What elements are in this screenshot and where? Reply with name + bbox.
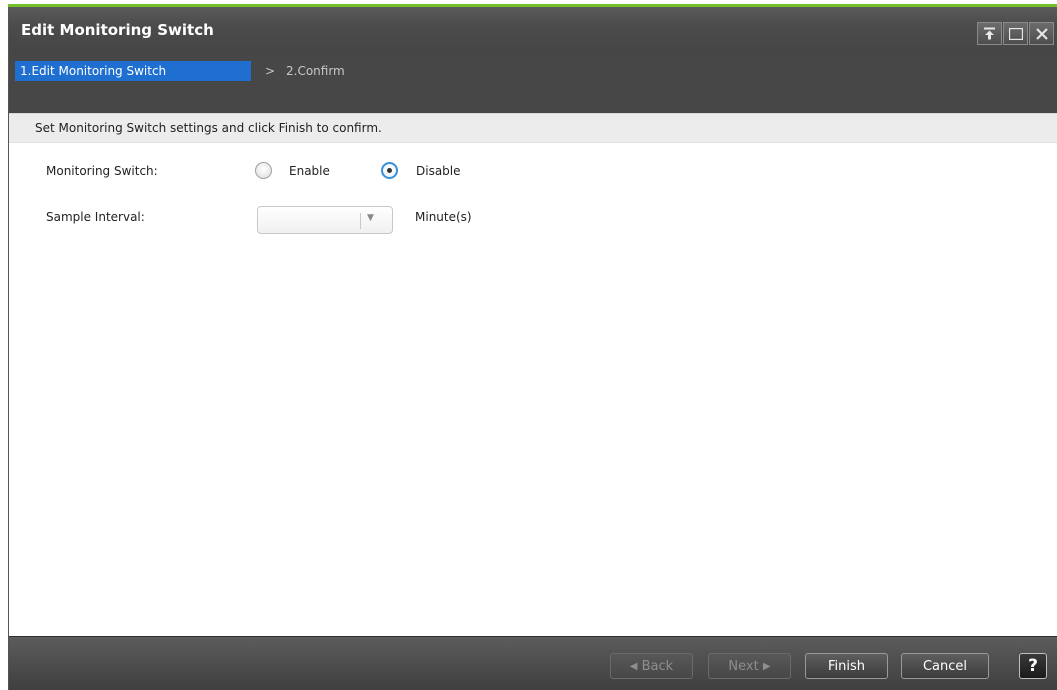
close-icon[interactable] <box>1029 22 1054 45</box>
cancel-button[interactable]: Cancel <box>901 653 989 679</box>
finish-button-label: Finish <box>827 658 865 674</box>
back-arrow-icon: ◀ <box>629 660 638 672</box>
next-button[interactable]: Next ▶ <box>708 653 791 679</box>
cancel-button-label: Cancel <box>922 658 968 674</box>
back-button-label: Back <box>641 658 674 674</box>
wizard-steps: 1.Edit Monitoring Switch > 2.Confirm <box>9 56 1057 113</box>
minutes-unit-label: Minute(s) <box>415 210 472 224</box>
enable-radio[interactable] <box>255 162 272 179</box>
next-arrow-icon: ▶ <box>762 660 771 672</box>
sample-interval-label: Sample Interval: <box>46 210 145 224</box>
step-edit-monitoring-switch: 1.Edit Monitoring Switch <box>15 61 251 81</box>
pin-icon[interactable] <box>977 22 1002 45</box>
disable-radio-label[interactable]: Disable <box>416 164 461 178</box>
help-icon: ? <box>1028 656 1038 676</box>
instruction-text: Set Monitoring Switch settings and click… <box>35 121 382 135</box>
dialog-footer: ◀ Back Next ▶ Finish Cancel ? <box>9 636 1057 690</box>
maximize-icon[interactable] <box>1003 22 1028 45</box>
instruction-bar: Set Monitoring Switch settings and click… <box>9 113 1057 143</box>
edit-monitoring-switch-dialog: Edit Monitoring Switch 1.Edit Monitoring… <box>8 7 1057 690</box>
finish-button[interactable]: Finish <box>805 653 888 679</box>
disable-radio[interactable] <box>381 162 398 179</box>
back-button[interactable]: ◀ Back <box>610 653 693 679</box>
step-confirm: 2.Confirm <box>286 64 345 78</box>
select-divider <box>360 213 361 229</box>
help-button[interactable]: ? <box>1019 653 1047 679</box>
enable-radio-label[interactable]: Enable <box>289 164 330 178</box>
sample-interval-select[interactable]: ▼ <box>257 206 393 234</box>
title-bar[interactable]: Edit Monitoring Switch <box>9 7 1057 56</box>
chevron-down-icon[interactable]: ▼ <box>367 213 374 223</box>
step-separator: > <box>265 64 276 78</box>
window-controls <box>977 22 1054 45</box>
next-button-label: Next <box>728 658 759 674</box>
monitoring-switch-label: Monitoring Switch: <box>46 164 158 178</box>
window-title: Edit Monitoring Switch <box>21 21 214 39</box>
